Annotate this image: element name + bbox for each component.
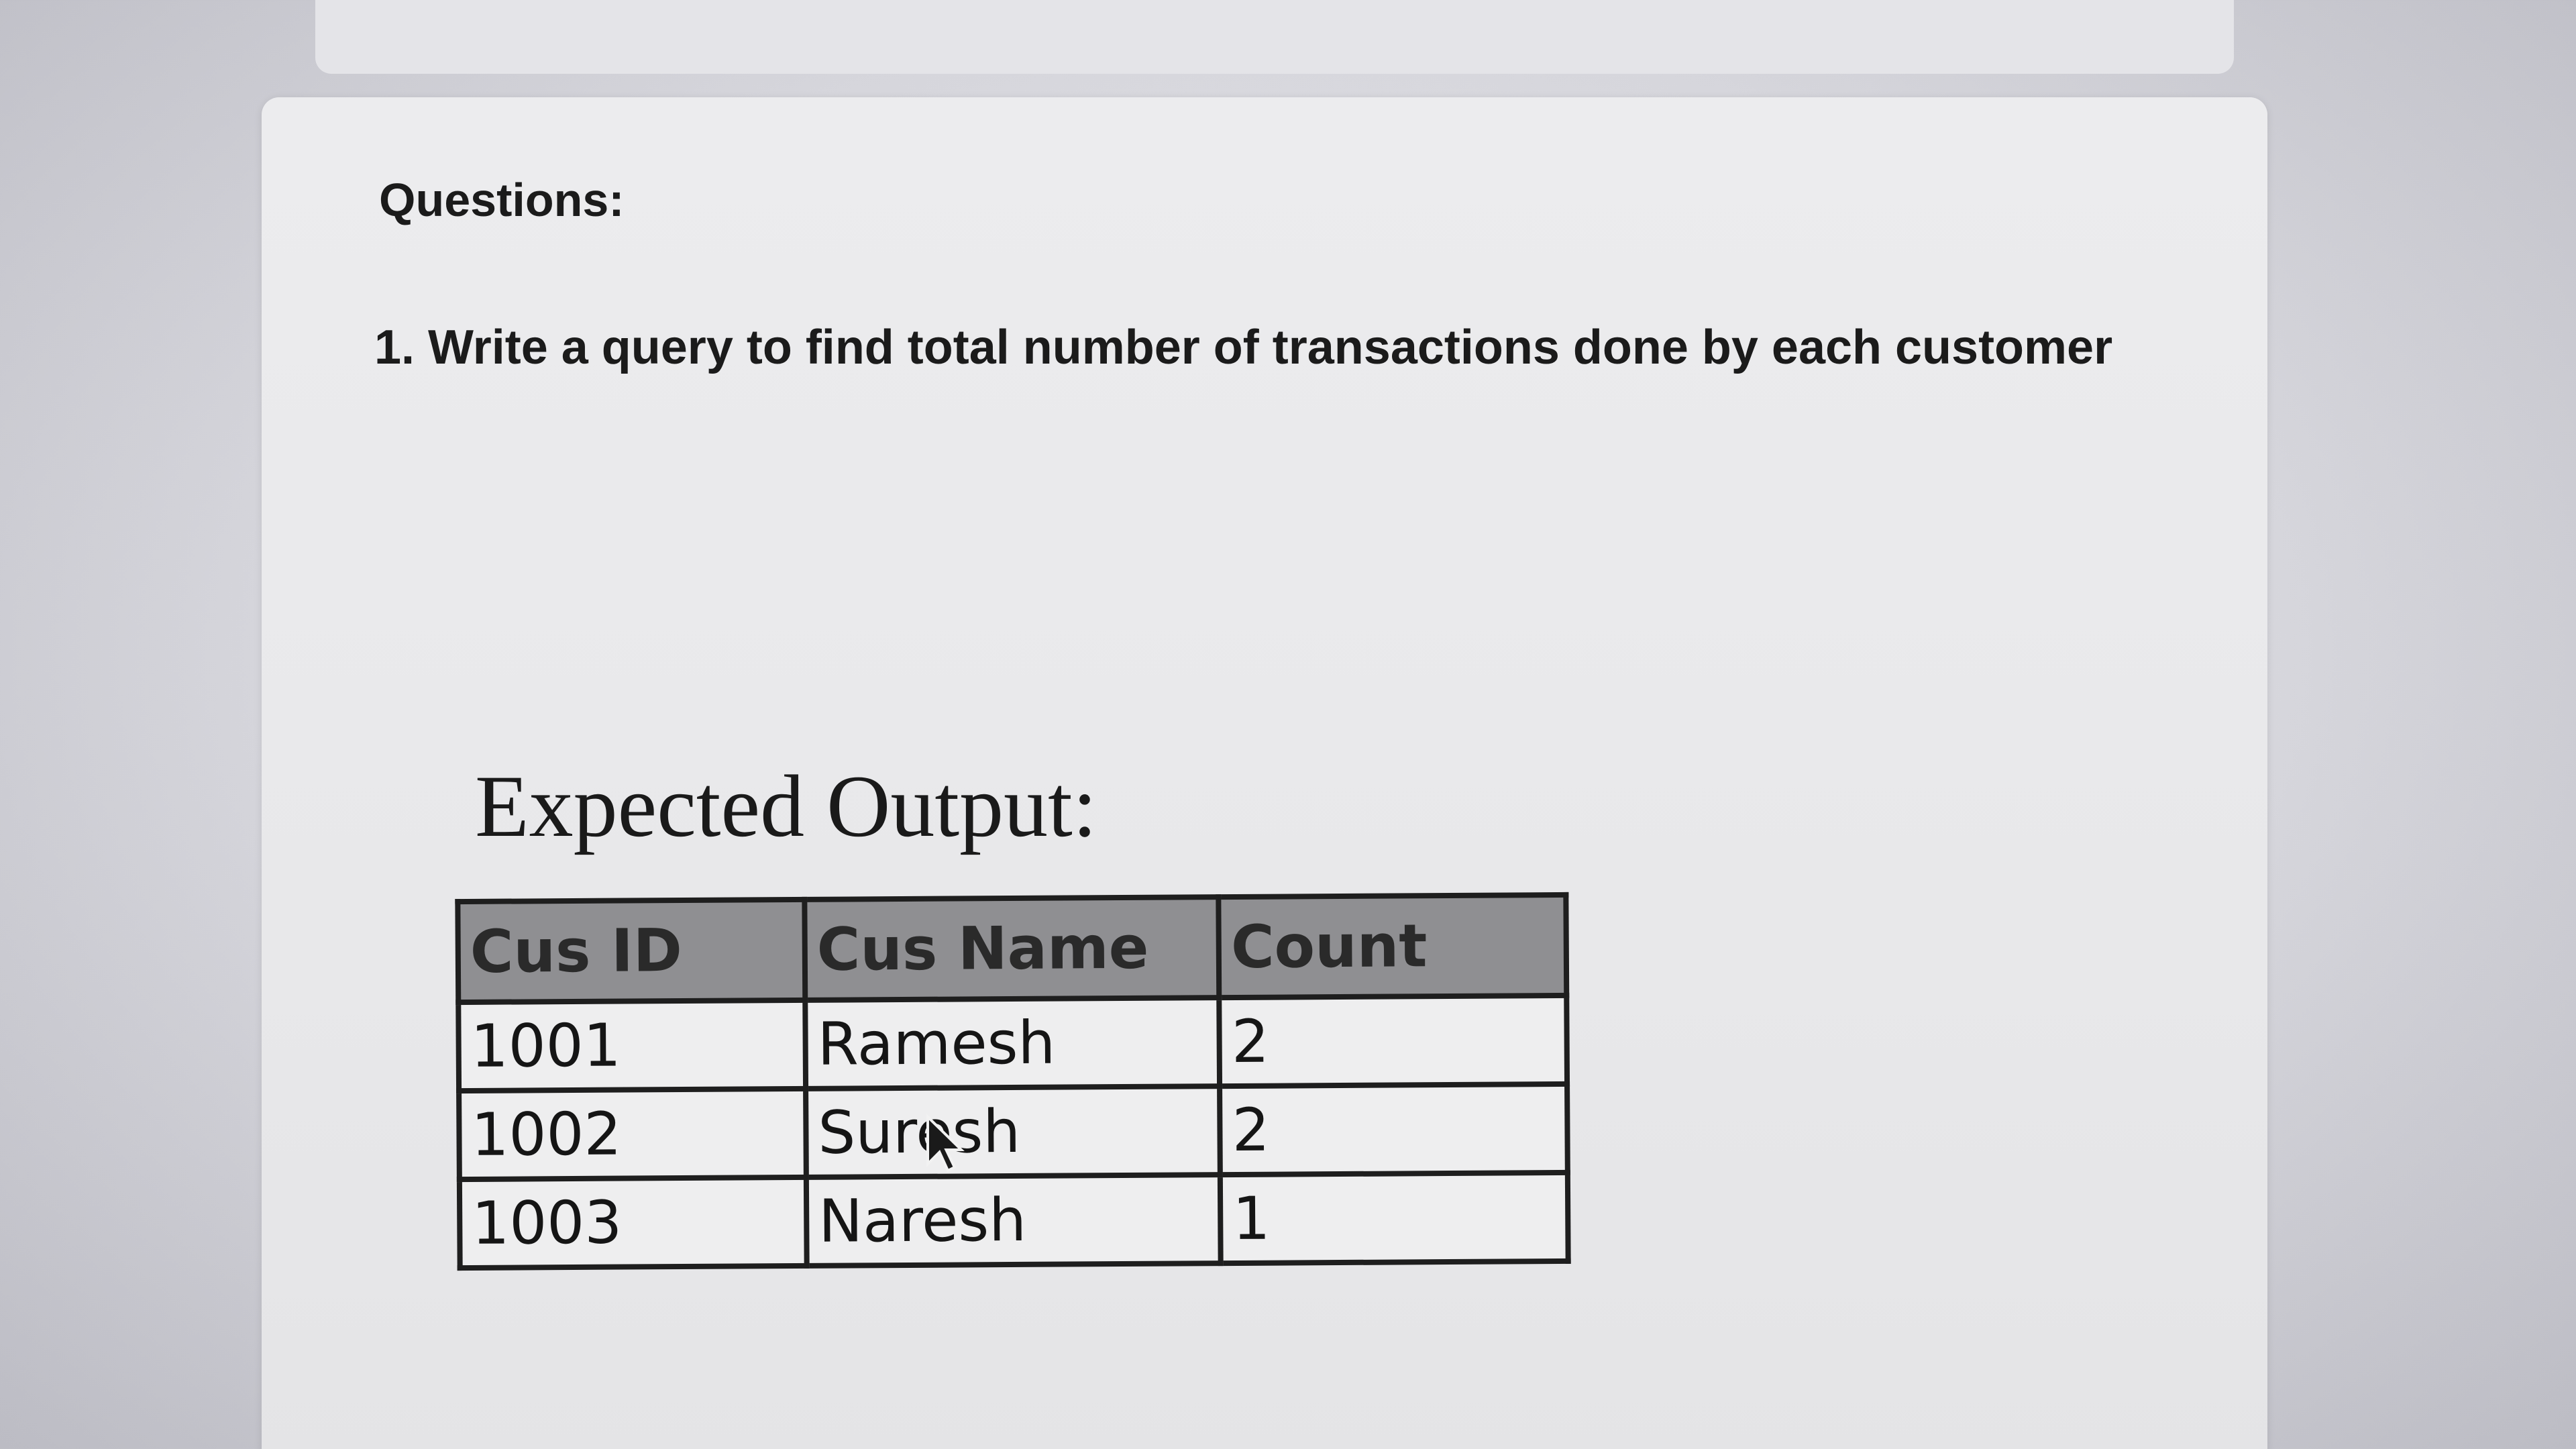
- questions-heading: Questions:: [379, 174, 625, 226]
- cell-cus-name: Suresh: [805, 1086, 1221, 1177]
- cell-cus-name: Naresh: [806, 1175, 1221, 1266]
- table-row: 1002 Suresh 2: [459, 1083, 1568, 1180]
- header-cus-name: Cus Name: [804, 897, 1220, 1000]
- cell-cus-id: 1003: [459, 1177, 807, 1269]
- cell-cus-id: 1001: [458, 1000, 806, 1091]
- table-header-row: Cus ID Cus Name Count: [458, 894, 1567, 1003]
- header-cus-id: Cus ID: [458, 899, 806, 1003]
- cell-cus-id: 1002: [459, 1088, 806, 1180]
- expected-output-title: Expected Output:: [475, 757, 1097, 855]
- top-panel-edge: [315, 0, 2234, 74]
- question-1-text: 1. Write a query to find total number of…: [374, 321, 2113, 374]
- header-count: Count: [1218, 894, 1567, 998]
- table-row: 1003 Naresh 1: [459, 1172, 1568, 1269]
- cell-count: 1: [1220, 1172, 1568, 1264]
- cell-count: 2: [1219, 995, 1568, 1087]
- expected-output-table: Cus ID Cus Name Count 1001 Ramesh 2 1002…: [455, 892, 1570, 1271]
- cell-cus-name: Ramesh: [805, 998, 1220, 1089]
- table-row: 1001 Ramesh 2: [458, 995, 1568, 1091]
- cell-count: 2: [1220, 1083, 1568, 1175]
